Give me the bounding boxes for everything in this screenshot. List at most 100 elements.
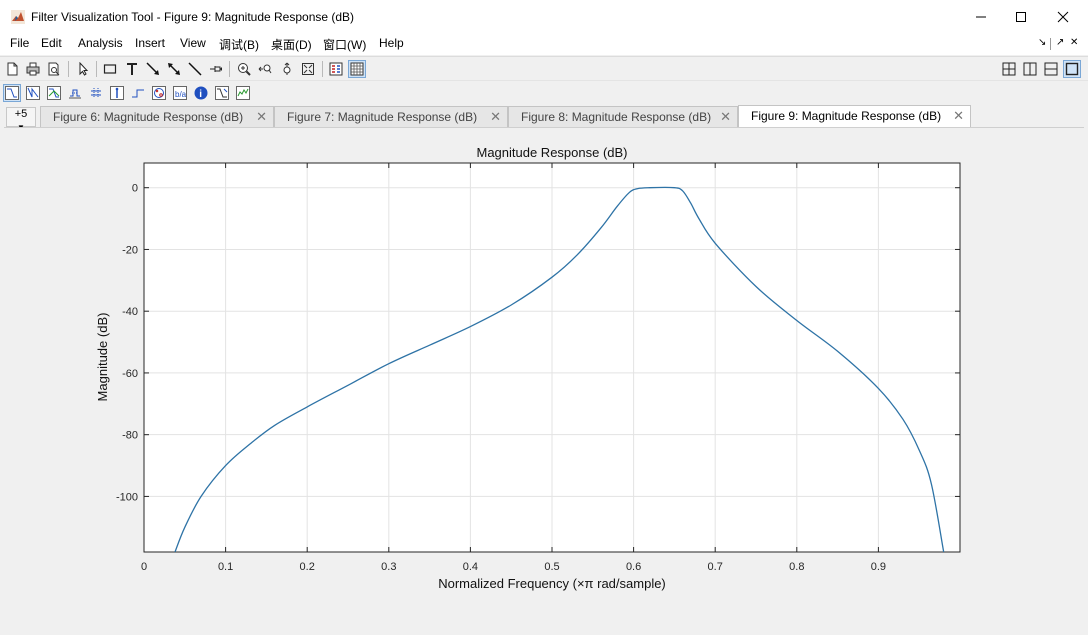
x-axis-label: Normalized Frequency (×π rad/sample)	[438, 576, 666, 591]
tile-rows-button[interactable]	[1042, 60, 1060, 78]
zoom-y-icon	[283, 62, 291, 75]
phase-response-button[interactable]	[24, 84, 42, 102]
more-tabs-button[interactable]: +5 ▼	[6, 107, 36, 132]
insert-double-arrow-button[interactable]	[165, 60, 183, 78]
tab-label: Figure 8: Magnitude Response (dB)	[521, 110, 712, 124]
noise-psd-icon	[236, 86, 250, 100]
print-preview-button[interactable]	[45, 60, 63, 78]
menu-file[interactable]: File	[10, 36, 29, 50]
phase-delay-button[interactable]	[87, 84, 105, 102]
undock-icon[interactable]: ↘	[1038, 37, 1046, 48]
maximize-icon	[1016, 12, 1026, 22]
single-view-icon	[1065, 62, 1079, 76]
close-tab-icon[interactable]: ✕	[256, 107, 267, 127]
toolbar-separator	[96, 61, 97, 77]
toolbar-separator	[229, 61, 230, 77]
tab-label: Figure 6: Magnitude Response (dB)	[53, 110, 244, 124]
legend-button[interactable]	[327, 60, 345, 78]
zoom-in-icon	[238, 63, 251, 76]
svg-text:b/a: b/a	[175, 90, 187, 99]
impulse-response-icon	[110, 86, 124, 100]
tile-columns-button[interactable]	[1021, 60, 1039, 78]
single-view-button[interactable]	[1063, 60, 1081, 78]
magnitude-response-button[interactable]	[3, 84, 21, 102]
zoom-in-button[interactable]	[235, 60, 253, 78]
menu-bar: File Edit Analysis Insert View 调试(B) 桌面(…	[0, 34, 1088, 55]
group-delay-button[interactable]	[66, 84, 84, 102]
insert-rectangle-button[interactable]	[101, 60, 119, 78]
zoom-x-icon	[258, 64, 272, 74]
tile-grid-button[interactable]	[1000, 60, 1018, 78]
zoom-y-button[interactable]	[278, 60, 296, 78]
menu-edit[interactable]: Edit	[41, 36, 62, 50]
menu-view[interactable]: View	[180, 36, 206, 50]
pole-zero-icon	[152, 86, 166, 100]
tile-rows-icon	[1044, 62, 1058, 76]
magnitude-phase-button[interactable]	[45, 84, 63, 102]
toolbar-separator	[68, 61, 69, 77]
insert-text-button[interactable]	[123, 60, 141, 78]
magnitude-estimate-button[interactable]	[213, 84, 231, 102]
group-delay-icon	[69, 89, 81, 99]
insert-line-button[interactable]	[186, 60, 204, 78]
menu-desktop[interactable]: 桌面(D)	[271, 36, 312, 53]
svg-text:i: i	[199, 89, 202, 100]
zoom-x-button[interactable]	[256, 60, 274, 78]
pointer-button[interactable]	[74, 60, 92, 78]
full-view-button[interactable]	[299, 60, 317, 78]
tab-figure-7[interactable]: Figure 7: Magnitude Response (dB) ✕	[274, 106, 508, 128]
impulse-response-button[interactable]	[108, 84, 126, 102]
y-tick-label: -20	[122, 244, 138, 256]
print-button[interactable]	[24, 60, 42, 78]
step-response-button[interactable]	[129, 84, 147, 102]
print-preview-icon	[48, 62, 60, 76]
tab-figure-8[interactable]: Figure 8: Magnitude Response (dB) ✕	[508, 106, 738, 128]
new-file-icon	[7, 62, 18, 76]
chart-title: Magnitude Response (dB)	[476, 145, 627, 160]
close-tab-icon[interactable]: ✕	[953, 106, 964, 126]
close-figure-icon[interactable]: ✕	[1070, 37, 1078, 48]
noise-psd-button[interactable]	[234, 84, 252, 102]
rectangle-icon	[103, 64, 117, 74]
minimize-button[interactable]	[966, 6, 996, 28]
magnitude-response-chart[interactable]: Magnitude Response (dB) 0 0.1 0.2 0.3 0.4 0.5…	[4, 128, 1084, 631]
menu-analysis[interactable]: Analysis	[78, 36, 123, 50]
grid-icon	[350, 62, 364, 76]
figure-toolbar	[0, 56, 1088, 80]
dock-separator	[1050, 38, 1051, 50]
tile-columns-icon	[1023, 62, 1037, 76]
close-tab-icon[interactable]: ✕	[490, 107, 501, 127]
x-tick-label: 0.6	[626, 561, 641, 573]
figure-tab-strip: +5 ▼ Figure 6: Magnitude Response (dB) ✕…	[0, 104, 1088, 132]
coefficients-button[interactable]: b/a	[171, 84, 189, 102]
dock-icon[interactable]: ↗	[1056, 37, 1064, 48]
text-icon	[127, 63, 137, 75]
close-tab-icon[interactable]: ✕	[720, 107, 731, 127]
tab-figure-6[interactable]: Figure 6: Magnitude Response (dB) ✕	[40, 106, 274, 128]
tile-grid-icon	[1002, 62, 1016, 76]
menu-help[interactable]: Help	[379, 36, 404, 50]
pole-zero-button[interactable]	[150, 84, 168, 102]
filter-info-button[interactable]: i	[192, 84, 210, 102]
tab-figure-9[interactable]: Figure 9: Magnitude Response (dB) ✕	[738, 105, 971, 128]
x-tick-label: 0.8	[789, 561, 804, 573]
grid-button[interactable]	[348, 60, 366, 78]
y-tick-label: -60	[122, 368, 138, 380]
full-view-icon	[302, 63, 314, 75]
new-file-button[interactable]	[3, 60, 21, 78]
x-tick-label: 0	[141, 561, 147, 573]
menu-insert[interactable]: Insert	[135, 36, 165, 50]
window-title: Filter Visualization Tool - Figure 9: Ma…	[31, 10, 355, 24]
double-arrow-icon	[168, 63, 180, 75]
close-button[interactable]	[1048, 6, 1078, 28]
insert-arrow-button[interactable]	[144, 60, 162, 78]
more-tabs-label: +5	[14, 108, 28, 120]
pin-button[interactable]	[207, 60, 225, 78]
tab-label: Figure 7: Magnitude Response (dB)	[287, 110, 478, 124]
print-icon	[26, 62, 40, 76]
menu-window[interactable]: 窗口(W)	[323, 36, 366, 53]
y-axis-label: Magnitude (dB)	[95, 313, 110, 402]
menu-debug[interactable]: 调试(B)	[219, 36, 259, 53]
maximize-button[interactable]	[1006, 6, 1036, 28]
magnitude-response-icon	[5, 86, 19, 100]
